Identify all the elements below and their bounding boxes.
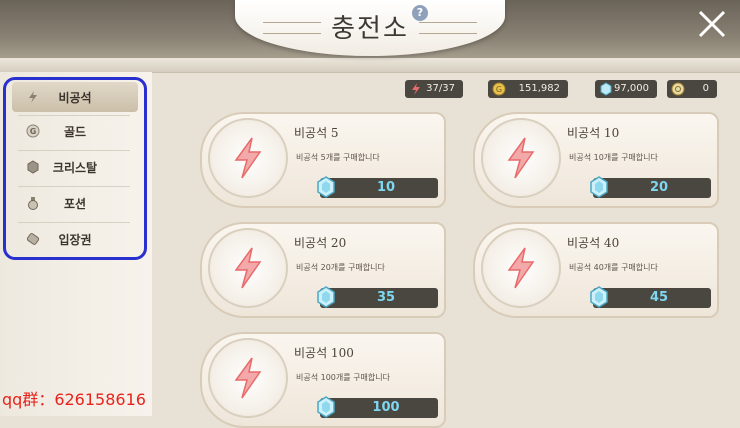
- price-value: 35: [376, 290, 396, 305]
- price-value: 20: [649, 180, 669, 195]
- product-name: 비공석 10: [567, 126, 620, 140]
- product-description: 비공석 5개를 구매합니다: [296, 153, 380, 162]
- currency-token: 0: [667, 80, 717, 98]
- currency-value: 97,000: [614, 83, 649, 94]
- lightning-icon: [412, 83, 420, 95]
- lightning-icon: [507, 137, 535, 179]
- product-card[interactable]: 비공석 40 비공석 40개를 구매합니다 45: [473, 222, 719, 318]
- help-icon[interactable]: ?: [412, 5, 428, 21]
- price-value: 10: [376, 180, 396, 195]
- currency-value: 37/37: [426, 83, 455, 94]
- product-name: 비공석 5: [294, 126, 339, 140]
- price-value: 100: [372, 400, 400, 415]
- product-card[interactable]: 비공석 5 비공석 5개를 구매합니다 10: [200, 112, 446, 208]
- product-medal: [481, 228, 561, 308]
- product-name: 비공석 100: [294, 346, 354, 360]
- product-medal: [481, 118, 561, 198]
- product-medal: [208, 228, 288, 308]
- page-title: 충전소: [331, 14, 409, 44]
- currency-crystal: 97,000: [595, 80, 657, 98]
- highlight-frame: [3, 77, 147, 260]
- lightning-icon: [234, 247, 262, 289]
- price-value: 45: [649, 290, 669, 305]
- product-card[interactable]: 비공석 10 비공석 10개를 구매합니다 20: [473, 112, 719, 208]
- buy-button[interactable]: 100: [317, 396, 438, 418]
- lightning-icon: [234, 357, 262, 399]
- crystal-icon: [317, 286, 335, 308]
- crystal-icon: [317, 176, 335, 198]
- lightning-icon: [234, 137, 262, 179]
- product-medal: [208, 118, 288, 198]
- product-description: 비공석 100개를 구매합니다: [296, 373, 390, 382]
- crystal-icon: [590, 176, 608, 198]
- header-band: [0, 58, 740, 73]
- currency-value: 151,982: [518, 83, 560, 94]
- lightning-icon: [507, 247, 535, 289]
- crystal-icon: [317, 396, 335, 418]
- gold-coin-icon: G: [492, 82, 506, 96]
- product-description: 비공석 40개를 구매합니다: [569, 263, 658, 272]
- product-name: 비공석 40: [567, 236, 620, 250]
- svg-text:G: G: [496, 85, 502, 94]
- close-icon[interactable]: [694, 6, 730, 42]
- buy-button[interactable]: 10: [317, 176, 438, 198]
- product-description: 비공석 10개를 구매합니다: [569, 153, 658, 162]
- buy-button[interactable]: 20: [590, 176, 711, 198]
- currency-gold: G 151,982: [488, 80, 568, 98]
- product-card[interactable]: 비공석 100 비공석 100개를 구매합니다 100: [200, 332, 446, 428]
- crystal-icon: [600, 82, 612, 96]
- product-card[interactable]: 비공석 20 비공석 20개를 구매합니다 35: [200, 222, 446, 318]
- product-description: 비공석 20개를 구매합니다: [296, 263, 385, 272]
- currency-airstone: 37/37: [405, 80, 463, 98]
- crystal-icon: [590, 286, 608, 308]
- buy-button[interactable]: 35: [317, 286, 438, 308]
- currency-value: 0: [702, 83, 709, 94]
- buy-button[interactable]: 45: [590, 286, 711, 308]
- product-name: 비공석 20: [294, 236, 347, 250]
- product-medal: [208, 338, 288, 418]
- watermark-text: qq群：626158616: [2, 390, 146, 409]
- token-icon: [671, 82, 685, 96]
